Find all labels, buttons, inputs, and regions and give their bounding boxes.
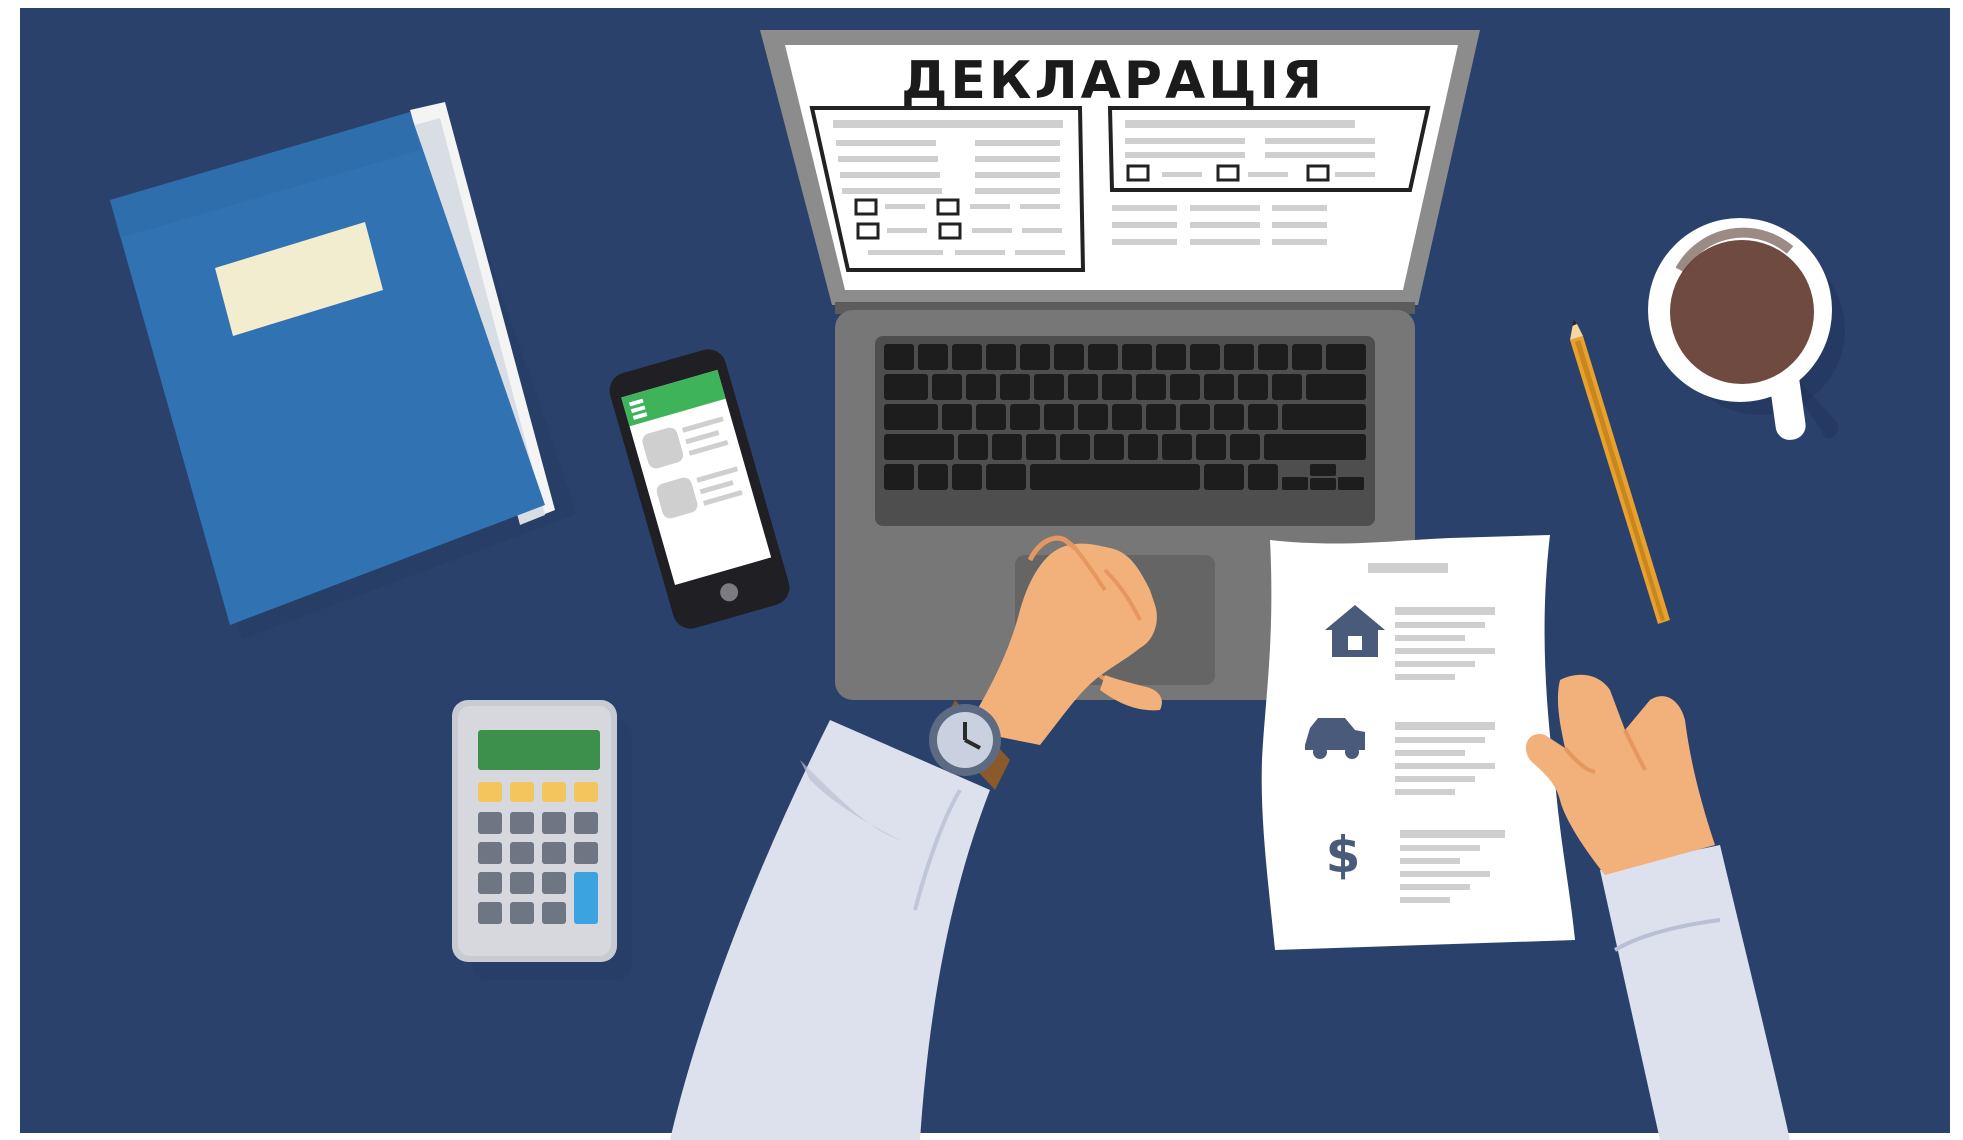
calculator-display	[478, 730, 600, 770]
dollar-icon: $	[1326, 826, 1361, 884]
desk-illustration: ДЕКЛАРАЦІЯ $	[0, 0, 1963, 1140]
calculator	[452, 700, 632, 980]
calculator-equals-key	[574, 872, 598, 924]
screen-title: ДЕКЛАРАЦІЯ	[901, 51, 1325, 111]
